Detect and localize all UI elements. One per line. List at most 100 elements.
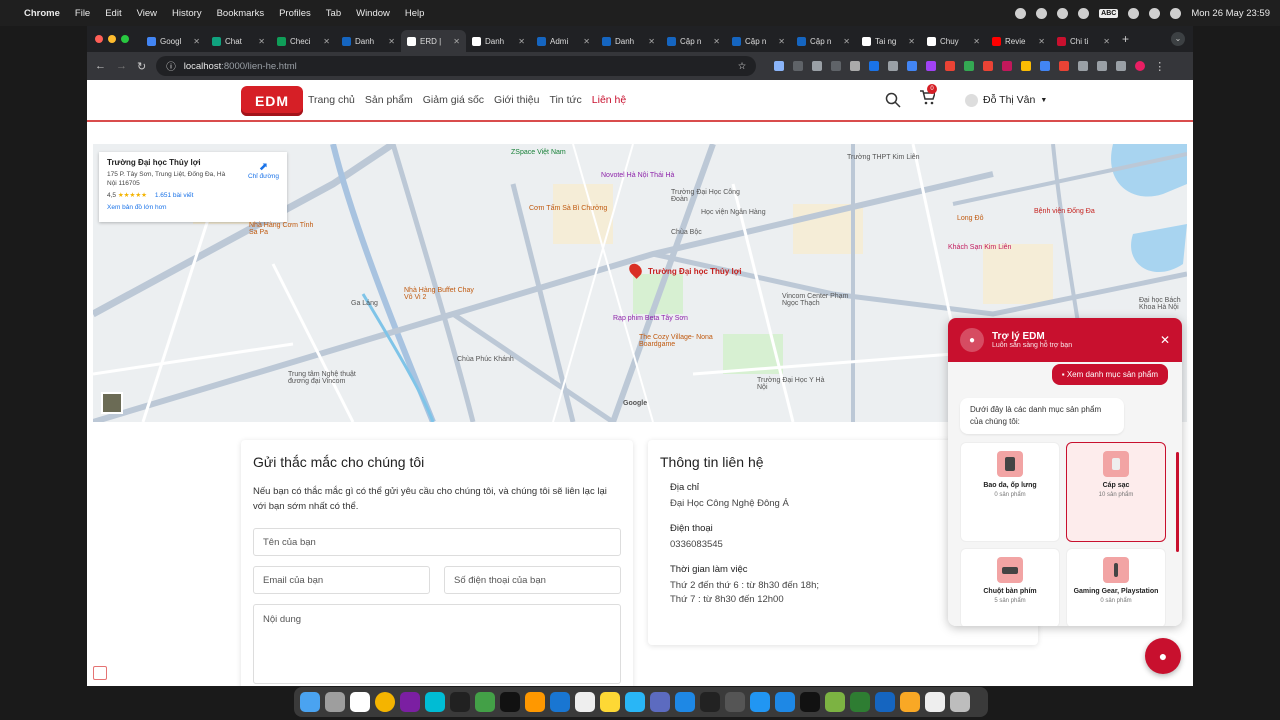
input-source-indicator[interactable]: ABC [1099, 8, 1119, 18]
browser-tab[interactable]: ERD | ✕ [401, 30, 466, 52]
nav-contact[interactable]: Liên hệ [592, 94, 626, 106]
view-larger-map-link[interactable]: Xem bản đồ lớn hơn [107, 204, 279, 211]
teams-icon[interactable] [650, 692, 670, 712]
console-icon[interactable] [800, 692, 820, 712]
download-icon[interactable] [1097, 61, 1108, 71]
extension-icon[interactable] [964, 61, 975, 71]
sidebar-icon[interactable] [1116, 61, 1127, 71]
cursor-icon[interactable] [500, 692, 520, 712]
documents-icon[interactable] [925, 692, 945, 712]
phpstorm-icon[interactable] [400, 692, 420, 712]
category-card[interactable]: Chuột bàn phím 5 sản phẩm [960, 548, 1060, 626]
mongodb-icon[interactable] [850, 692, 870, 712]
extension-icon[interactable] [812, 61, 823, 71]
pycharm-icon[interactable] [475, 692, 495, 712]
puzzle-extensions-icon[interactable] [1078, 61, 1089, 71]
clock[interactable]: Mon 26 May 23:59 [1191, 8, 1270, 19]
menu-profiles[interactable]: Profiles [279, 8, 311, 19]
tab-close-icon[interactable]: ✕ [843, 37, 850, 46]
tab-close-icon[interactable]: ✕ [518, 37, 525, 46]
extension-icon[interactable] [850, 61, 861, 71]
content-textarea[interactable]: Nội dung [253, 604, 621, 684]
menu-help[interactable]: Help [405, 8, 425, 19]
play-icon[interactable] [1078, 7, 1090, 19]
name-input[interactable]: Tên của bạn [253, 528, 621, 556]
category-card-selected[interactable]: Cáp sạc 10 sản phẩm [1066, 442, 1166, 542]
tab-close-icon[interactable]: ✕ [778, 37, 785, 46]
tab-close-icon[interactable]: ✕ [648, 37, 655, 46]
nav-news[interactable]: Tin tức [549, 94, 581, 106]
extension-icon[interactable] [869, 61, 880, 71]
nav-products[interactable]: Sản phẩm [365, 94, 413, 106]
address-bar[interactable]: ⓘ localhost:8000/lien-he.html ☆ [156, 56, 757, 76]
zoom-icon[interactable] [775, 692, 795, 712]
menu-tab[interactable]: Tab [326, 8, 341, 19]
menu-bookmarks[interactable]: Bookmarks [217, 8, 265, 19]
github-icon[interactable] [725, 692, 745, 712]
menu-window[interactable]: Window [356, 8, 390, 19]
browser-menu-icon[interactable]: ⋮ [1154, 60, 1165, 73]
extension-icon[interactable] [1040, 61, 1051, 71]
extension-icon[interactable] [774, 61, 785, 71]
notes-icon[interactable] [575, 692, 595, 712]
wifi-icon[interactable] [1128, 7, 1140, 19]
search-icon[interactable] [1149, 7, 1161, 19]
tab-close-icon[interactable]: ✕ [193, 37, 200, 46]
close-window-button[interactable] [95, 35, 103, 43]
search-icon[interactable] [885, 92, 901, 108]
tab-close-icon[interactable]: ✕ [1103, 37, 1110, 46]
url-text[interactable]: localhost:8000/lien-he.html [184, 61, 297, 72]
extension-icon[interactable] [831, 61, 842, 71]
extension-icon[interactable] [926, 61, 937, 71]
back-icon[interactable]: ← [95, 60, 106, 72]
nav-home[interactable]: Trang chủ [308, 94, 355, 106]
nav-about[interactable]: Giới thiệu [494, 94, 539, 106]
tab-close-icon[interactable]: ✕ [908, 37, 915, 46]
browser-tab[interactable]: Chi ti ✕ [1051, 30, 1116, 52]
menu-app-name[interactable]: Chrome [24, 8, 60, 19]
browser-tab[interactable]: Danh ✕ [336, 30, 401, 52]
extension-icon[interactable] [793, 61, 804, 71]
tab-close-icon[interactable]: ✕ [973, 37, 980, 46]
calendar-icon[interactable] [350, 692, 370, 712]
tab-close-icon[interactable]: ✕ [323, 37, 330, 46]
vim-icon[interactable] [825, 692, 845, 712]
telegram-icon[interactable] [625, 692, 645, 712]
site-info-icon[interactable]: ⓘ [166, 59, 176, 73]
extension-status-icon[interactable] [1036, 7, 1048, 19]
vscode-icon[interactable] [550, 692, 570, 712]
browser-tab[interactable]: Cập n ✕ [726, 30, 791, 52]
extension-icon[interactable] [983, 61, 994, 71]
control-center-icon[interactable] [1170, 7, 1182, 19]
site-logo[interactable]: EDM [241, 86, 303, 116]
laravel-debug-icon[interactable] [93, 666, 107, 680]
intellij-icon[interactable] [450, 692, 470, 712]
browser-tab[interactable]: Chuy ✕ [921, 30, 986, 52]
forward-icon[interactable]: → [116, 60, 127, 72]
tab-search-button[interactable]: ⌄ [1171, 32, 1185, 46]
email-input[interactable]: Email của bạn [253, 566, 430, 594]
zalo-icon[interactable] [675, 692, 695, 712]
tab-close-icon[interactable]: ✕ [453, 37, 460, 46]
datagrip-icon[interactable] [875, 692, 895, 712]
tab-close-icon[interactable]: ✕ [583, 37, 590, 46]
menu-history[interactable]: History [172, 8, 202, 19]
chat-scrollbar[interactable] [1176, 452, 1179, 552]
category-card[interactable]: Bao da, ốp lưng 0 sản phẩm [960, 442, 1060, 542]
tab-close-icon[interactable]: ✕ [388, 37, 395, 46]
nav-sale[interactable]: Giảm giá sốc [423, 94, 484, 106]
phone-input[interactable]: Số điện thoại của bạn [444, 566, 621, 594]
terminal-icon[interactable] [700, 692, 720, 712]
trash-icon[interactable] [950, 692, 970, 712]
minimize-window-button[interactable] [108, 35, 116, 43]
vim-status-icon[interactable] [1057, 7, 1069, 19]
tab-close-icon[interactable]: ✕ [258, 37, 265, 46]
browser-tab[interactable]: Cập n ✕ [791, 30, 856, 52]
reviews-link[interactable]: 1.651 bài viết [155, 192, 194, 199]
chatbot-toggle-button[interactable]: ● [1145, 638, 1181, 674]
bookmark-star-icon[interactable]: ☆ [738, 61, 747, 72]
profile-avatar-icon[interactable] [1135, 61, 1146, 71]
extension-icon[interactable] [1002, 61, 1013, 71]
tab-close-icon[interactable]: ✕ [713, 37, 720, 46]
browser-tab[interactable]: Admi ✕ [531, 30, 596, 52]
